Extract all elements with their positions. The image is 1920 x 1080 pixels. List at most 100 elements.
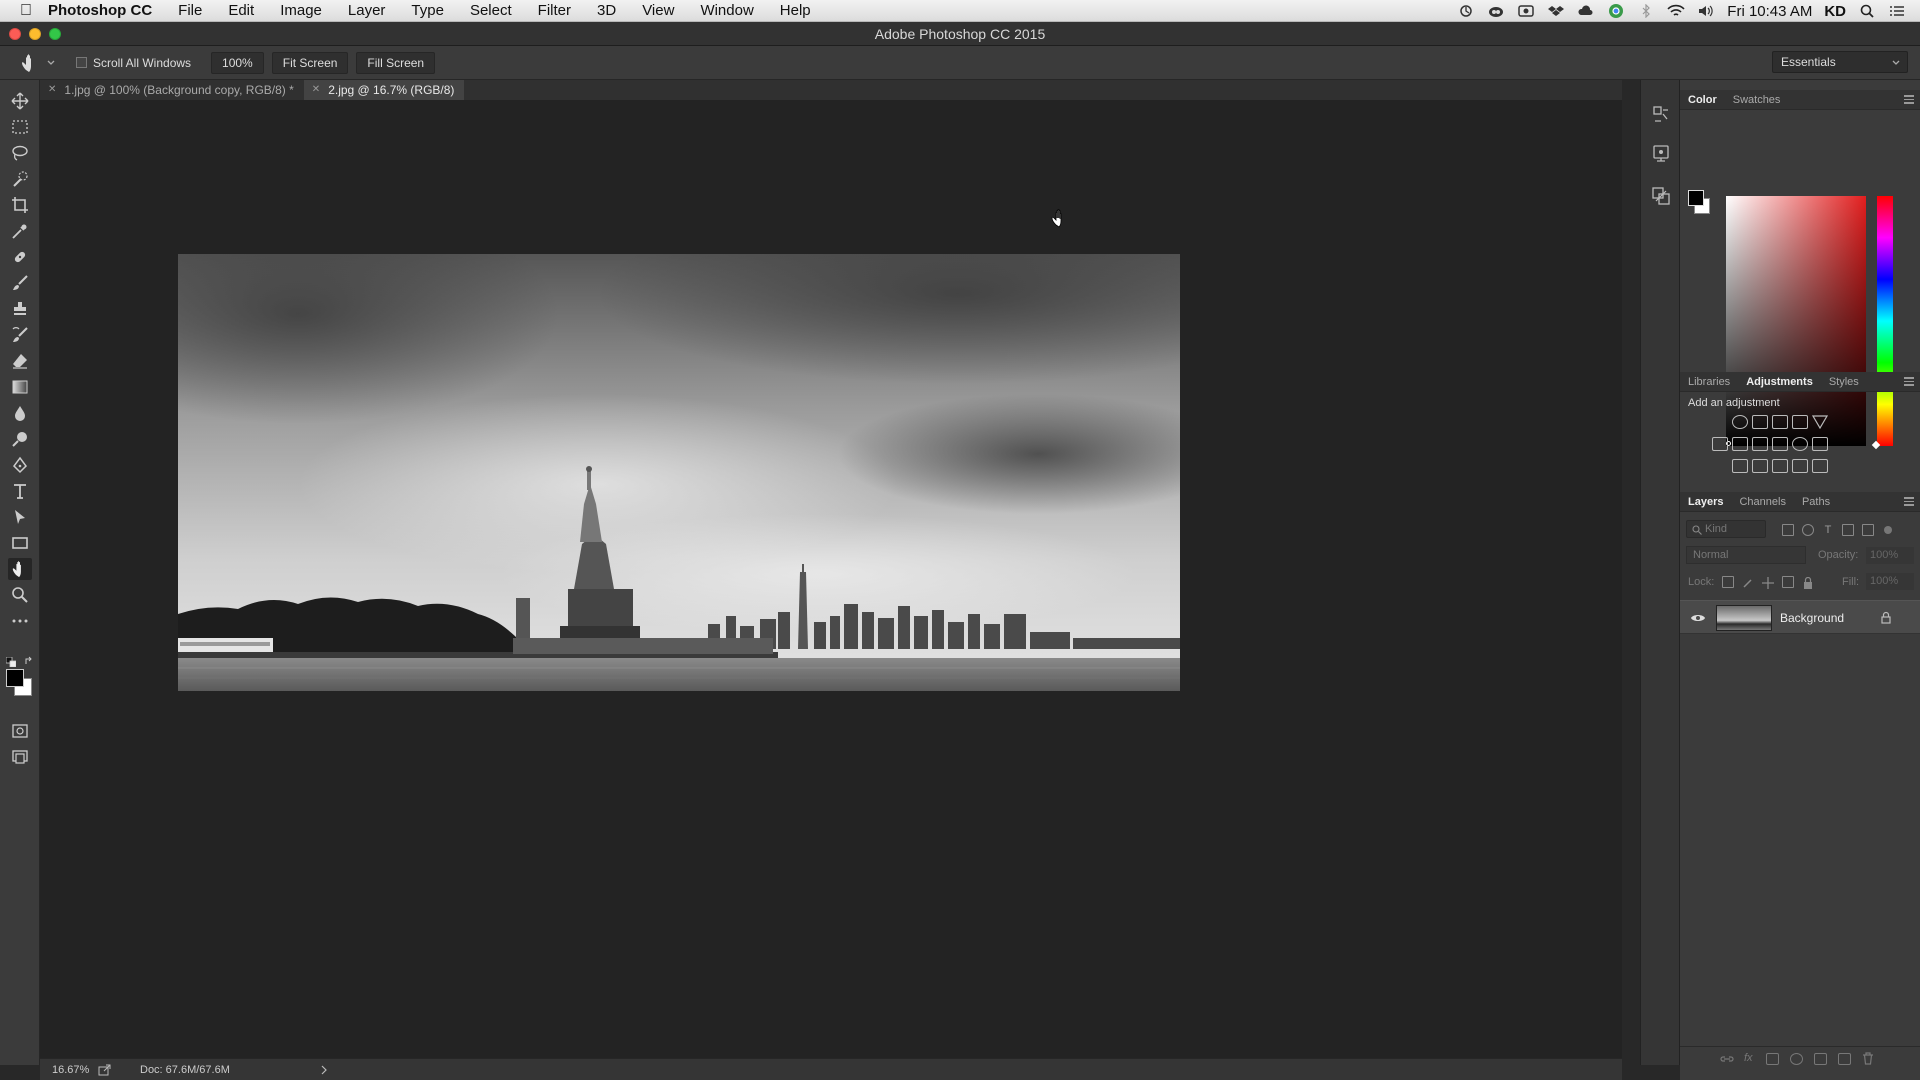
layer-filter-input[interactable]: Kind — [1686, 520, 1766, 538]
channel-mixer-icon[interactable] — [1792, 437, 1808, 451]
close-tab-icon[interactable]: ✕ — [48, 80, 56, 100]
hand-tool-icon[interactable] — [8, 558, 32, 580]
swap-colors-icon[interactable] — [24, 653, 34, 664]
menu-type[interactable]: Type — [398, 2, 457, 19]
eraser-tool-icon[interactable] — [8, 350, 32, 372]
trash-icon[interactable] — [1862, 1052, 1874, 1065]
close-tab-icon[interactable]: ✕ — [312, 80, 320, 100]
filter-pixel-icon[interactable] — [1782, 524, 1794, 536]
filter-toggle-icon[interactable] — [1884, 526, 1892, 534]
levels-icon[interactable] — [1752, 415, 1768, 429]
exposure-icon[interactable] — [1792, 415, 1808, 429]
hue-saturation-icon[interactable] — [1712, 437, 1728, 451]
photo-filter-icon[interactable] — [1772, 437, 1788, 451]
cc-libraries-panel-icon[interactable] — [1651, 186, 1671, 211]
tab-styles[interactable]: Styles — [1821, 372, 1867, 391]
eyedropper-tool-icon[interactable] — [8, 220, 32, 242]
curves-icon[interactable] — [1772, 415, 1788, 429]
menu-view[interactable]: View — [629, 2, 687, 19]
wifi-icon[interactable] — [1667, 4, 1685, 18]
menu-window[interactable]: Window — [687, 2, 766, 19]
rectangle-tool-icon[interactable] — [8, 532, 32, 554]
menu-edit[interactable]: Edit — [215, 2, 267, 19]
color-lookup-icon[interactable] — [1812, 437, 1828, 451]
filter-adjustment-icon[interactable] — [1802, 524, 1814, 536]
tab-paths[interactable]: Paths — [1794, 492, 1838, 511]
scroll-all-windows-checkbox[interactable] — [76, 57, 87, 68]
menu-file[interactable]: File — [165, 2, 215, 19]
volume-icon[interactable] — [1697, 4, 1715, 18]
chrome-icon[interactable] — [1607, 4, 1625, 18]
sync-status-icon[interactable] — [1457, 4, 1475, 18]
menu-filter[interactable]: Filter — [525, 2, 584, 19]
layer-thumbnail[interactable] — [1716, 605, 1772, 631]
panel-menu-icon[interactable] — [1904, 497, 1914, 506]
menu-layer[interactable]: Layer — [335, 2, 399, 19]
path-selection-tool-icon[interactable] — [8, 506, 32, 528]
screen-mode-icon[interactable] — [8, 746, 32, 768]
tab-layers[interactable]: Layers — [1680, 492, 1731, 511]
filter-type-icon[interactable]: T — [1822, 524, 1834, 536]
document-image[interactable] — [178, 254, 1180, 691]
fit-screen-button[interactable]: Fit Screen — [271, 51, 349, 74]
quick-selection-tool-icon[interactable] — [8, 168, 32, 190]
lock-image-icon[interactable] — [1742, 576, 1754, 588]
selective-color-icon[interactable] — [1792, 459, 1808, 473]
lasso-tool-icon[interactable] — [8, 142, 32, 164]
lock-position-icon[interactable] — [1762, 576, 1774, 589]
menu-3d[interactable]: 3D — [584, 2, 629, 19]
window-zoom-button[interactable] — [49, 28, 61, 40]
lock-icon[interactable] — [1880, 611, 1892, 624]
tab-channels[interactable]: Channels — [1731, 492, 1793, 511]
new-group-icon[interactable] — [1814, 1053, 1827, 1065]
app-menu[interactable]: Photoshop CC — [42, 2, 165, 19]
fill-input[interactable]: 100% — [1866, 573, 1914, 590]
menu-image[interactable]: Image — [267, 2, 335, 19]
foreground-color-swatch[interactable] — [6, 669, 24, 687]
history-panel-icon[interactable] — [1651, 104, 1671, 129]
type-tool-icon[interactable] — [8, 480, 32, 502]
panel-menu-icon[interactable] — [1904, 377, 1914, 386]
new-adjustment-layer-icon[interactable] — [1790, 1053, 1803, 1065]
share-icon[interactable] — [98, 1064, 112, 1076]
layer-style-icon[interactable]: fx — [1744, 1052, 1753, 1064]
black-white-icon[interactable] — [1752, 437, 1768, 451]
gradient-tool-icon[interactable] — [8, 376, 32, 398]
creative-cloud-icon[interactable] — [1487, 4, 1505, 18]
layer-name[interactable]: Background — [1780, 611, 1844, 625]
lock-transparent-icon[interactable] — [1722, 576, 1734, 588]
eye-visibility-icon[interactable] — [1690, 612, 1706, 624]
tab-document-1[interactable]: ✕ 1.jpg @ 100% (Background copy, RGB/8) … — [40, 80, 304, 100]
user-account-menu[interactable]: KD — [1824, 3, 1846, 20]
tab-swatches[interactable]: Swatches — [1725, 90, 1789, 109]
dodge-tool-icon[interactable] — [8, 428, 32, 450]
crop-tool-icon[interactable] — [8, 194, 32, 216]
bluetooth-icon[interactable] — [1637, 4, 1655, 18]
window-minimize-button[interactable] — [29, 28, 41, 40]
lock-artboard-icon[interactable] — [1782, 576, 1794, 588]
panel-menu-icon[interactable] — [1904, 95, 1914, 104]
panel-fg-color-swatch[interactable] — [1688, 190, 1704, 206]
hue-slider[interactable] — [1877, 196, 1893, 446]
lock-all-icon[interactable] — [1802, 576, 1814, 589]
fill-screen-button[interactable]: Fill Screen — [356, 51, 436, 74]
tab-color[interactable]: Color — [1680, 90, 1725, 109]
dropbox-icon[interactable] — [1547, 4, 1565, 18]
vibrance-icon[interactable] — [1811, 415, 1829, 430]
gradient-map-icon[interactable] — [1812, 459, 1828, 473]
healing-brush-tool-icon[interactable] — [8, 246, 32, 268]
blend-mode-select[interactable]: Normal — [1686, 546, 1806, 564]
invert-icon[interactable] — [1732, 459, 1748, 473]
brightness-contrast-icon[interactable] — [1732, 415, 1748, 429]
pen-tool-icon[interactable] — [8, 454, 32, 476]
clone-stamp-tool-icon[interactable] — [8, 298, 32, 320]
quick-mask-icon[interactable] — [8, 720, 32, 742]
layer-row[interactable]: Background — [1680, 600, 1920, 634]
workspace-switcher[interactable]: Essentials — [1772, 51, 1908, 73]
link-layers-icon[interactable] — [1720, 1053, 1734, 1065]
move-tool-icon[interactable] — [8, 90, 32, 112]
screen-record-icon[interactable] — [1517, 4, 1535, 18]
tab-libraries[interactable]: Libraries — [1680, 372, 1738, 391]
threshold-icon[interactable] — [1772, 459, 1788, 473]
tool-preset-picker[interactable] — [20, 53, 56, 73]
